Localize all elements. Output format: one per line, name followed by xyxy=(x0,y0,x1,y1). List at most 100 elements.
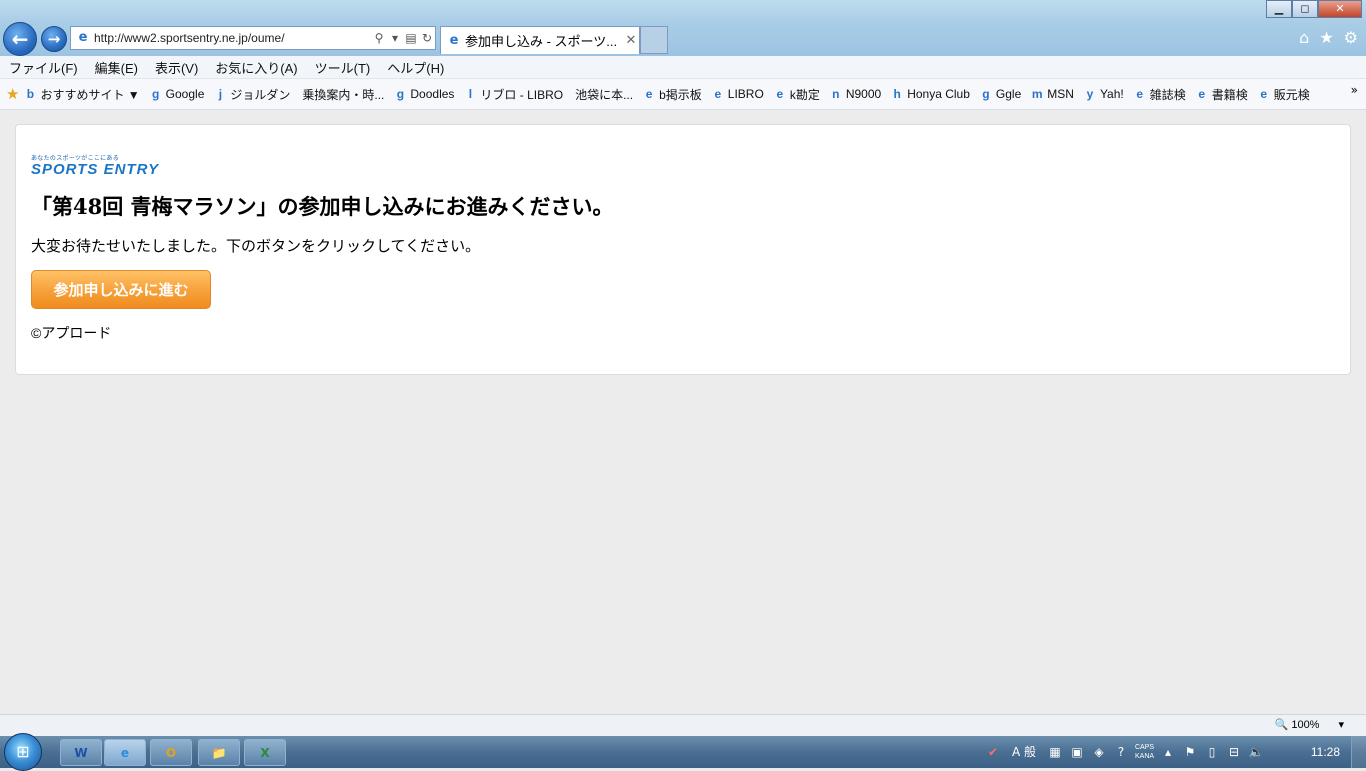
security-icon[interactable]: ✔ xyxy=(985,744,1001,760)
proceed-to-entry-button[interactable]: 参加申し込みに進む xyxy=(31,270,211,309)
favorite-label: 雑誌検 xyxy=(1149,87,1186,102)
tab-title: 参加申し込み - スポーツ... xyxy=(465,34,618,49)
show-hidden-icons-icon[interactable]: ▴ xyxy=(1160,744,1176,760)
clock[interactable]: 11:28 xyxy=(1311,745,1340,759)
ime-dictionary-icon[interactable]: ▣ xyxy=(1069,744,1085,760)
flag-icon[interactable]: ⚑ xyxy=(1182,744,1198,760)
chevron-right-icon[interactable]: » xyxy=(1351,83,1358,97)
caps-label: CAPS xyxy=(1135,744,1155,751)
favorite-item[interactable]: e k勘定 xyxy=(773,86,820,103)
tab-active[interactable]: e 参加申し込み - スポーツ... ✕ xyxy=(440,26,640,54)
taskbar-explorer-icon[interactable]: 📁 xyxy=(198,739,240,766)
favorite-item[interactable]: g Google xyxy=(149,87,204,101)
menu-help[interactable]: ヘルプ(H) xyxy=(378,58,452,77)
start-button[interactable]: ⊞ xyxy=(4,733,42,771)
favorite-item[interactable]: e 販元検 xyxy=(1257,86,1310,103)
menu-tools[interactable]: ツール(T) xyxy=(306,58,379,77)
favorite-site-icon: e xyxy=(714,87,722,101)
taskbar-word-icon[interactable]: W xyxy=(60,739,102,766)
favorite-item[interactable]: g Ggle xyxy=(979,87,1021,101)
minimize-button[interactable]: ▁ xyxy=(1266,0,1292,18)
network-icon[interactable]: ⊟ xyxy=(1226,744,1242,760)
favorites-star-icon[interactable]: ★ xyxy=(6,85,19,103)
taskbar-outlook-icon[interactable]: O xyxy=(150,739,192,766)
favorite-label: LIBRO xyxy=(727,87,764,101)
menu-file[interactable]: ファイル(F) xyxy=(0,58,86,77)
close-window-button[interactable]: ✕ xyxy=(1318,0,1362,18)
maximize-button[interactable]: ◻ xyxy=(1292,0,1318,18)
search-icon[interactable]: ⚲ xyxy=(371,31,387,45)
chevron-down-icon[interactable]: ▾ xyxy=(1338,718,1344,731)
favorite-label: 書籍検 xyxy=(1211,87,1248,102)
favorite-site-icon: b xyxy=(26,87,35,101)
favorite-site-icon: e xyxy=(1260,87,1268,101)
new-tab-button[interactable] xyxy=(640,26,668,54)
favorite-site-icon: e xyxy=(1198,87,1206,101)
close-tab-icon[interactable]: ✕ xyxy=(623,33,639,48)
logo-text: SPORTS ENTRY xyxy=(31,161,160,178)
favorite-label: MSN xyxy=(1047,87,1074,101)
ime-tool-icon[interactable]: ◈ xyxy=(1091,744,1107,760)
favorite-item[interactable]: j ジョルダン 乗換案内・時... xyxy=(213,86,385,103)
page-title: 「第48回 青梅マラソン」の参加申し込みにお進みください。 xyxy=(31,194,614,219)
favorite-item[interactable]: g Doodles xyxy=(393,87,455,101)
zoom-control[interactable]: 🔍 100% ▾ xyxy=(1274,718,1344,732)
forward-arrow-icon: → xyxy=(47,30,61,48)
favorite-site-icon: m xyxy=(1031,87,1043,101)
ime-pad-icon[interactable]: ▦ xyxy=(1047,744,1063,760)
kana-label: KANA xyxy=(1135,753,1155,760)
favorite-label: N9000 xyxy=(845,87,882,101)
favorite-label: リブロ - LIBRO 池袋に本... xyxy=(480,87,634,102)
sportsentry-logo: あなたのスポーツがここにある SPORTS ENTRY xyxy=(31,155,159,178)
favorite-item[interactable]: y Yah! xyxy=(1083,87,1124,101)
show-desktop-button[interactable] xyxy=(1351,736,1366,768)
address-bar[interactable]: e http://www2.sportsentry.ne.jp/oume/ ⚲ … xyxy=(70,26,436,50)
gear-icon[interactable]: ⚙ xyxy=(1344,28,1358,47)
home-icon[interactable]: ⌂ xyxy=(1299,28,1309,47)
dropdown-icon[interactable]: ▾ xyxy=(387,31,403,45)
compatibility-view-icon[interactable]: ▤ xyxy=(403,31,419,45)
menu-edit[interactable]: 編集(E) xyxy=(86,58,146,77)
favorites-star-icon[interactable]: ★ xyxy=(1319,28,1333,47)
favorite-label: Ggle xyxy=(995,87,1022,101)
ie-page-icon: e xyxy=(78,30,88,45)
favorite-label: 販元検 xyxy=(1273,87,1310,102)
help-icon[interactable]: ? xyxy=(1113,744,1129,760)
back-button[interactable]: ← xyxy=(3,22,37,56)
window-controls: ▁ ◻ ✕ xyxy=(1266,0,1362,18)
caps-kana-indicator: CAPS KANA xyxy=(1135,743,1154,761)
favorites-bar: ★ b おすすめサイト ▼ g Google j ジョルダン 乗換案内・時... gD… xyxy=(0,79,1366,110)
favorite-site-icon: e xyxy=(1136,87,1144,101)
favorite-item[interactable]: e b掲示板 xyxy=(642,86,702,103)
favorite-item[interactable]: e LIBRO xyxy=(711,87,764,101)
menu-favorites[interactable]: お気に入り(A) xyxy=(206,58,305,77)
favorite-item[interactable]: l リブロ - LIBRO 池袋に本... xyxy=(463,86,633,103)
url-text[interactable]: http://www2.sportsentry.ne.jp/oume/ xyxy=(94,31,371,45)
taskbar: ⊞ W e O 📁 X ✔ A 般 ▦ ▣ ◈ ? CAPS KANA ▴ ⚑ … xyxy=(0,733,1366,771)
favorite-item[interactable]: n N9000 xyxy=(829,87,881,101)
favorite-item[interactable]: e 書籍検 xyxy=(1195,86,1248,103)
favorite-site-icon: g xyxy=(152,87,160,101)
menu-view[interactable]: 表示(V) xyxy=(146,58,206,77)
volume-icon[interactable]: 🔈 xyxy=(1248,744,1264,760)
favorite-label: Yah! xyxy=(1099,87,1124,101)
favorite-item[interactable]: b おすすめサイト ▼ xyxy=(23,86,140,103)
system-tray: ✔ A 般 ▦ ▣ ◈ ? CAPS KANA ▴ ⚑ ▯ ⊟ 🔈 xyxy=(985,736,1264,768)
refresh-icon[interactable]: ↻ xyxy=(419,31,435,45)
browser-right-icons: ⌂ ★ ⚙ xyxy=(1299,28,1358,47)
taskbar-ie-icon[interactable]: e xyxy=(104,739,146,766)
zoom-level: 100% xyxy=(1291,718,1320,731)
browser-title-area: ← → e http://www2.sportsentry.ne.jp/oume… xyxy=(0,0,1366,56)
zoom-icon: 🔍 xyxy=(1274,719,1289,731)
back-arrow-icon: ← xyxy=(11,27,29,51)
favorite-label: k勘定 xyxy=(789,87,820,102)
favorite-site-icon: y xyxy=(1086,87,1094,101)
favorite-item[interactable]: m MSN xyxy=(1030,87,1074,101)
favorite-item[interactable]: e 雑誌検 xyxy=(1133,86,1186,103)
forward-button[interactable]: → xyxy=(41,26,67,52)
favorite-item[interactable]: h Honya Club xyxy=(890,87,970,101)
device-icon[interactable]: ▯ xyxy=(1204,744,1220,760)
ime-mode-indicator[interactable]: A 般 xyxy=(1007,744,1041,760)
favorite-site-icon: l xyxy=(468,87,473,101)
taskbar-excel-icon[interactable]: X xyxy=(244,739,286,766)
